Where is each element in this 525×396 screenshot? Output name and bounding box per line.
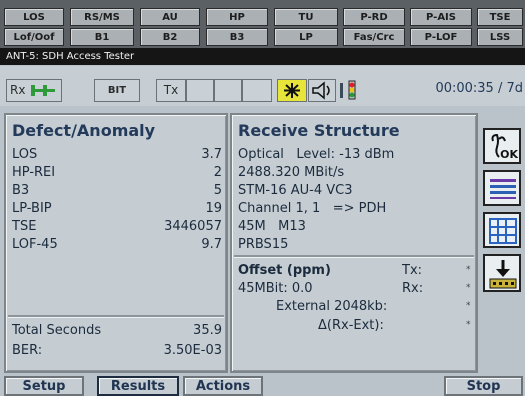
defect-label: B3 — [12, 183, 30, 198]
defect-value: 2 — [213, 165, 222, 180]
tx-slot-1 — [186, 79, 214, 102]
led-hp: HP — [206, 8, 268, 26]
traffic-light-icon[interactable] — [338, 79, 368, 102]
tx-slot-3 — [242, 79, 272, 102]
window-title: ANT-5: SDH Access Tester — [0, 48, 525, 65]
offset-tx-label: Tx: — [402, 263, 423, 278]
receive-structure-panel: Receive Structure Optical Level: -13 dBm… — [230, 113, 478, 373]
ok-status-button[interactable]: OK — [483, 128, 521, 164]
event-list-button[interactable] — [483, 170, 521, 206]
defect-value: 5 — [213, 183, 222, 198]
led-lof-oof: Lof/Oof — [4, 28, 64, 46]
speaker-icon[interactable] — [308, 79, 336, 102]
defect-value: 19 — [205, 201, 222, 216]
stop-button[interactable]: Stop — [444, 376, 523, 396]
actions-button[interactable]: Actions — [183, 376, 263, 396]
save-download-button[interactable] — [483, 254, 521, 292]
ok-label: OK — [500, 148, 518, 161]
offset-rx-label: Rx: — [402, 281, 424, 296]
led-b2: B2 — [140, 28, 200, 46]
offset-marker: * — [466, 320, 471, 330]
receive-line: PRBS15 — [238, 237, 289, 252]
total-seconds-value: 35.9 — [193, 323, 222, 338]
led-rs-ms: RS/MS — [70, 8, 134, 26]
setup-button[interactable]: Setup — [4, 376, 84, 396]
rx-indicator[interactable]: Rx — [6, 79, 62, 102]
receive-line: Channel 1, 1 => PDH — [238, 201, 387, 216]
tx-label: Tx — [156, 79, 186, 102]
defect-value: 3446057 — [164, 219, 222, 234]
defect-label: HP-REI — [12, 165, 56, 180]
tx-slot-2 — [214, 79, 242, 102]
receive-line: 45M M13 — [238, 219, 306, 234]
ber-value: 3.50E-03 — [163, 343, 222, 358]
offset-marker: * — [466, 265, 471, 275]
interface-icon — [30, 83, 58, 105]
divider — [234, 255, 474, 257]
defect-value: 9.7 — [201, 237, 222, 252]
grid-icon — [488, 217, 518, 249]
defect-panel-title: Defect/Anomaly — [12, 121, 156, 140]
led-tse: TSE — [477, 8, 523, 26]
offset-delta: Δ(Rx-Ext): — [318, 318, 384, 333]
led-fas-crc: Fas/Crc — [343, 28, 405, 46]
receive-line: 2488.320 MBit/s — [238, 165, 345, 180]
results-button[interactable]: Results — [97, 376, 179, 396]
offset-marker: * — [466, 283, 471, 293]
toolbar: Rx BIT Tx 00:00:35 / 7d — [0, 66, 525, 106]
offset-marker: * — [466, 301, 471, 311]
defect-label: LP-BIP — [12, 201, 52, 216]
receive-line: Optical Level: -13 dBm — [238, 147, 395, 162]
defect-label: LOF-45 — [12, 237, 58, 252]
led-p-ais: P-AIS — [410, 8, 472, 26]
led-los: LOS — [4, 8, 64, 26]
receive-panel-title: Receive Structure — [238, 121, 400, 140]
defect-value: 3.7 — [201, 147, 222, 162]
led-p-lof: P-LOF — [410, 28, 472, 46]
rx-label: Rx — [10, 83, 26, 97]
led-b1: B1 — [70, 28, 134, 46]
offset-title: Offset (ppm) — [238, 263, 331, 278]
offset-external: External 2048kb: — [276, 299, 388, 314]
led-b3: B3 — [206, 28, 268, 46]
total-seconds-label: Total Seconds — [12, 323, 102, 338]
led-tu: TU — [274, 8, 338, 26]
led-lp: LP — [274, 28, 338, 46]
defect-label: TSE — [12, 219, 37, 234]
defect-label: LOS — [12, 147, 38, 162]
sun-icon[interactable] — [277, 79, 307, 102]
defect-anomaly-panel: Defect/Anomaly LOS 3.7 HP-REI 2 B3 5 LP-… — [4, 113, 228, 373]
led-p-rd: P-RD — [343, 8, 405, 26]
elapsed-time: 00:00:35 / 7d — [435, 81, 523, 96]
bit-indicator[interactable]: BIT — [94, 79, 140, 102]
ber-label: BER: — [12, 343, 43, 358]
table-view-button[interactable] — [483, 212, 521, 248]
led-au: AU — [140, 8, 200, 26]
divider — [8, 315, 224, 317]
offset-rate: 45MBit: 0.0 — [238, 281, 313, 296]
download-icon — [488, 258, 518, 294]
list-icon — [488, 176, 518, 206]
led-lss: LSS — [477, 28, 523, 46]
receive-line: STM-16 AU-4 VC3 — [238, 183, 353, 198]
